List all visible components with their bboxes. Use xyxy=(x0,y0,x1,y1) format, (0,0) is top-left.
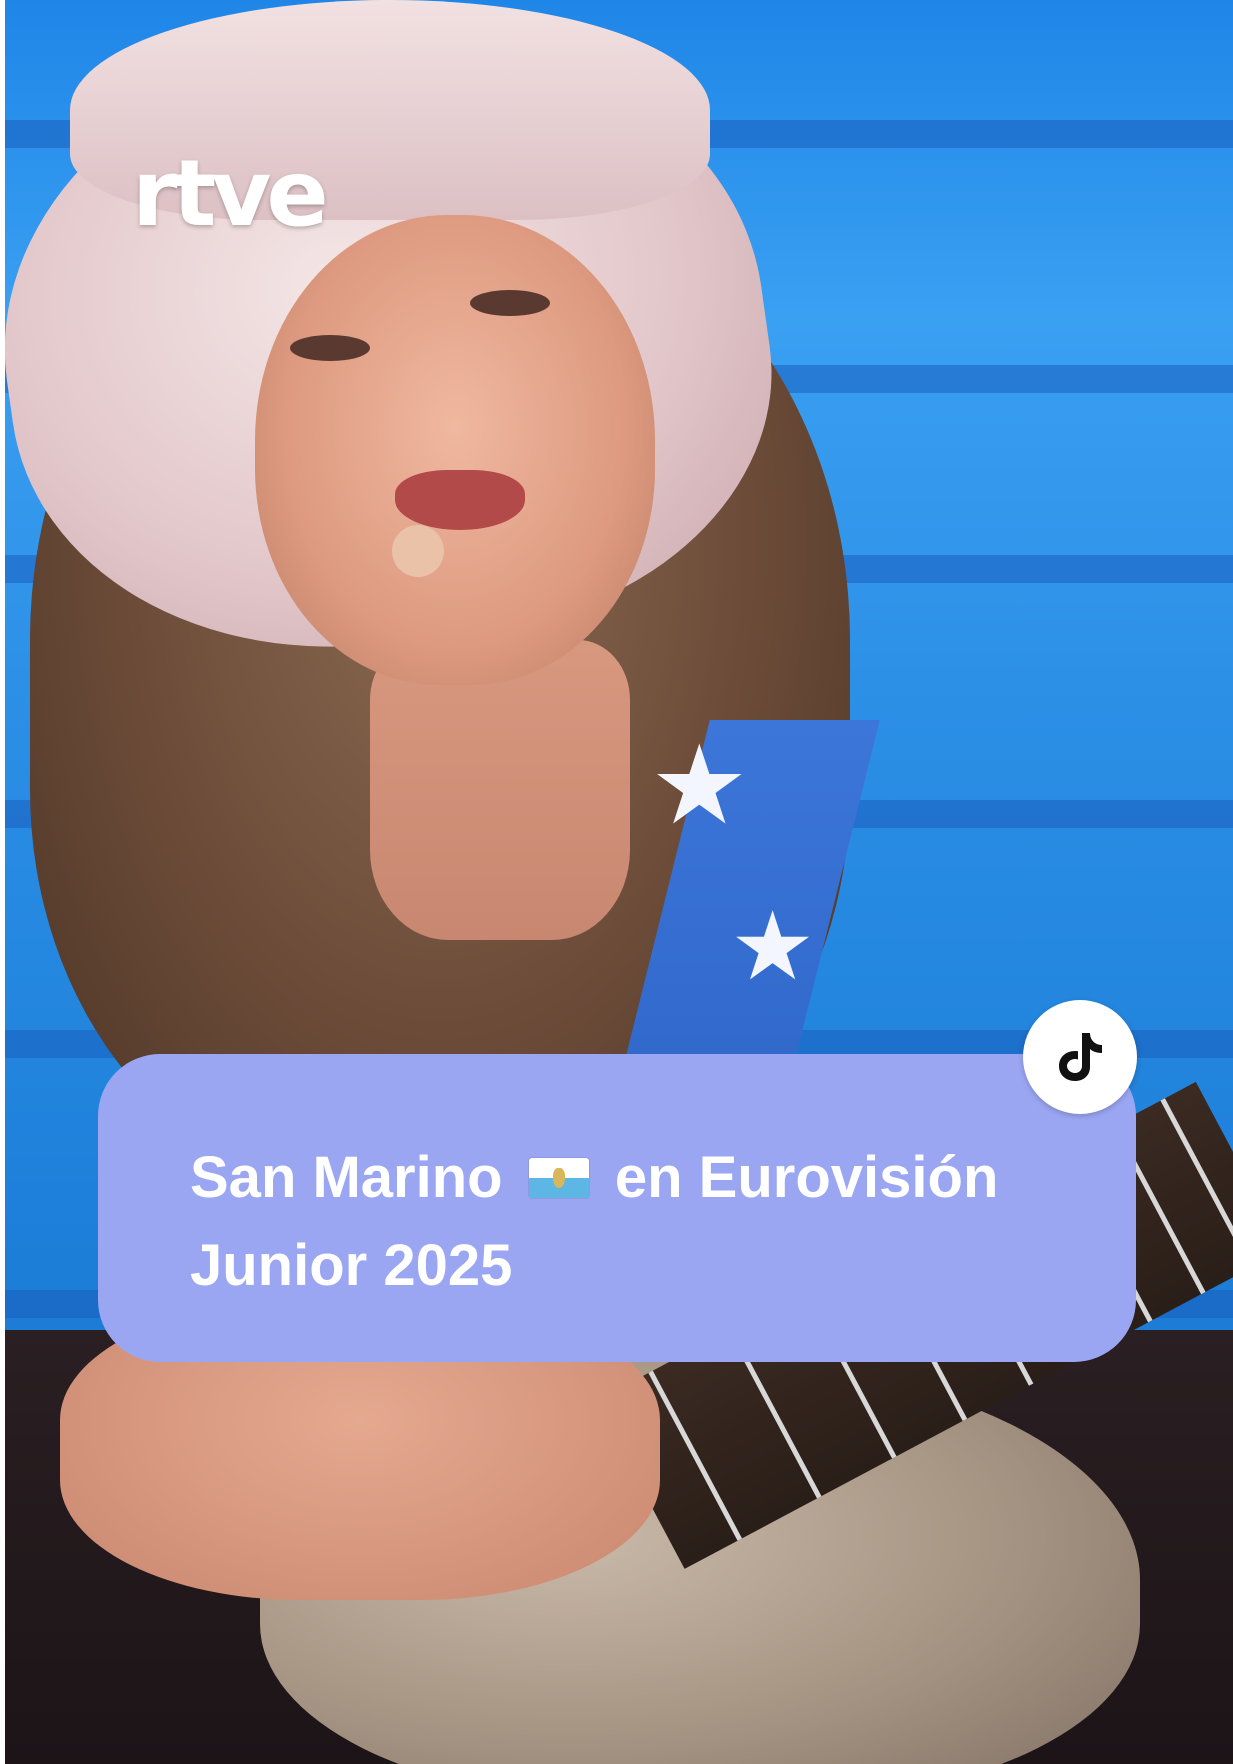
performer-mouth xyxy=(395,470,525,530)
frame-border xyxy=(0,0,5,1764)
guitar-fret xyxy=(648,1370,742,1541)
caption-country: San Marino xyxy=(190,1145,503,1210)
caption-event: en Eurovisión xyxy=(614,1145,999,1210)
caption-text: San Marino en Eurovisión Junior 2025 xyxy=(190,1134,1090,1310)
performer-face xyxy=(255,215,655,685)
video-frame[interactable]: ★ ★ rtve San Marino en Eurovisión Junior… xyxy=(0,0,1233,1764)
guitar-fret xyxy=(1160,1098,1233,1269)
tiktok-badge[interactable] xyxy=(1023,1000,1137,1114)
rtve-watermark: rtve xyxy=(132,140,329,247)
performer-neck xyxy=(370,640,630,940)
san-marino-flag-icon xyxy=(528,1157,589,1198)
performer: ★ ★ xyxy=(0,0,1233,1764)
caption-year: Junior 2025 xyxy=(190,1233,513,1298)
strap-star-icon: ★ xyxy=(650,721,749,849)
performer-eye xyxy=(290,335,370,361)
headset-microphone xyxy=(392,525,444,577)
performer-eye xyxy=(470,290,550,316)
strap-star-icon: ★ xyxy=(730,892,816,1002)
tiktok-logo-icon xyxy=(1059,1033,1102,1081)
